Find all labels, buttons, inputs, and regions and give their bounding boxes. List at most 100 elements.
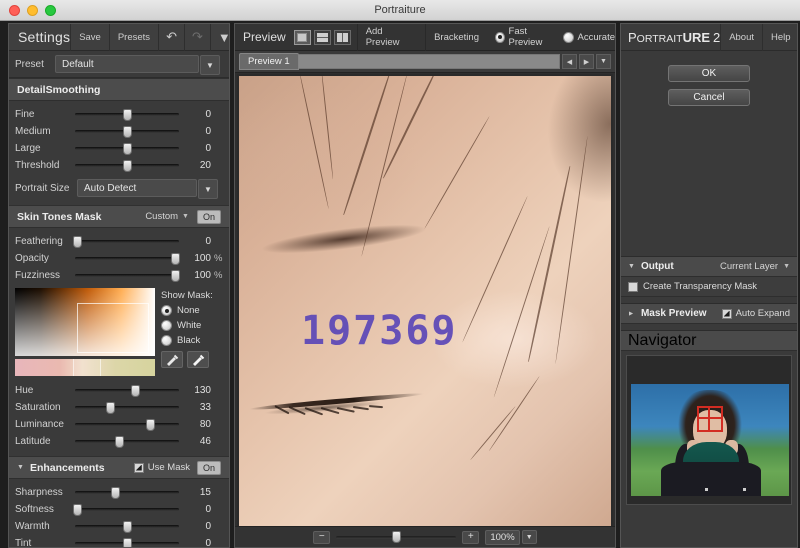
slider-row-feathering[interactable]: Feathering 0 bbox=[9, 233, 229, 250]
slider-knob[interactable] bbox=[145, 419, 155, 431]
group-header-skin-tones-mask[interactable]: Skin Tones Mask Custom ▼ On bbox=[9, 206, 229, 228]
triangle-down-icon[interactable]: ▼ bbox=[17, 464, 24, 471]
slider-track[interactable] bbox=[75, 487, 179, 499]
radio-icon[interactable] bbox=[161, 335, 172, 346]
skin-tones-mode-value[interactable]: Custom bbox=[145, 211, 178, 222]
navigator-handle[interactable] bbox=[743, 488, 746, 491]
mask-preview-header[interactable]: ▼ Mask Preview Auto Expand bbox=[621, 304, 797, 324]
radio-accurate[interactable]: Accurate bbox=[562, 31, 615, 43]
radio-show-mask-white[interactable]: White bbox=[161, 320, 223, 331]
bracketing-button[interactable]: Bracketing bbox=[425, 24, 487, 51]
navigator-crop-rect[interactable] bbox=[697, 406, 723, 432]
slider-track[interactable] bbox=[75, 436, 179, 448]
checkbox-icon[interactable] bbox=[133, 462, 144, 473]
slider-track[interactable] bbox=[75, 419, 179, 431]
slider-row-saturation[interactable]: Saturation 33 bbox=[9, 399, 229, 416]
undo-icon[interactable]: ↶ bbox=[158, 24, 184, 51]
zoom-menu-icon[interactable]: ▼ bbox=[521, 530, 537, 544]
single-view-icon[interactable] bbox=[293, 29, 311, 45]
slider-row-medium[interactable]: Medium 0 bbox=[9, 123, 229, 140]
color-gradient-field[interactable] bbox=[15, 288, 155, 356]
group-header-enhancements[interactable]: ▼ Enhancements Use Mask On bbox=[9, 457, 229, 479]
slider-knob[interactable] bbox=[170, 270, 180, 282]
zoom-slider-knob[interactable] bbox=[392, 530, 402, 543]
slider-row-fuzziness[interactable]: Fuzziness 100 % bbox=[9, 267, 229, 284]
zoom-level-value[interactable]: 100% bbox=[485, 529, 520, 545]
presets-button[interactable]: Presets bbox=[108, 24, 158, 51]
radio-icon[interactable] bbox=[161, 320, 172, 331]
next-preview-icon[interactable]: ▶ bbox=[579, 54, 594, 69]
preset-select[interactable]: Default ▼ bbox=[55, 55, 220, 75]
zoom-in-button[interactable]: + bbox=[462, 530, 480, 544]
slider-track[interactable] bbox=[73, 504, 179, 516]
horizontal-split-icon[interactable] bbox=[313, 29, 331, 45]
settings-menu-icon[interactable]: ▼ bbox=[209, 24, 229, 51]
slider-track[interactable] bbox=[75, 402, 179, 414]
slider-track[interactable] bbox=[75, 538, 179, 547]
chevron-down-icon[interactable]: ▼ bbox=[182, 213, 189, 220]
checkbox-icon[interactable] bbox=[628, 281, 638, 292]
use-mask-checkbox[interactable]: Use Mask bbox=[133, 462, 190, 473]
slider-track[interactable] bbox=[75, 270, 180, 282]
radio-show-mask-none[interactable]: None bbox=[161, 305, 223, 316]
slider-row-sharpness[interactable]: Sharpness 15 bbox=[9, 484, 229, 501]
help-button[interactable]: Help bbox=[762, 24, 797, 51]
slider-knob[interactable] bbox=[131, 385, 141, 397]
eyedropper-minus-icon[interactable] bbox=[187, 351, 209, 368]
prev-preview-icon[interactable]: ◀ bbox=[562, 54, 577, 69]
slider-knob[interactable] bbox=[114, 436, 124, 448]
slider-track[interactable] bbox=[75, 385, 179, 397]
slider-knob[interactable] bbox=[110, 487, 120, 499]
output-header[interactable]: ▼ Output Current Layer ▼ bbox=[621, 257, 797, 277]
ok-button[interactable]: OK bbox=[668, 65, 750, 82]
chevron-down-icon[interactable]: ▼ bbox=[200, 55, 220, 75]
slider-row-latitude[interactable]: Latitude 46 bbox=[9, 433, 229, 450]
slider-knob[interactable] bbox=[73, 236, 83, 248]
slider-track[interactable] bbox=[75, 160, 179, 172]
slider-knob[interactable] bbox=[170, 253, 180, 265]
radio-icon[interactable] bbox=[562, 31, 574, 43]
skin-tones-toggle[interactable]: On bbox=[196, 209, 221, 224]
enhancements-toggle[interactable]: On bbox=[196, 460, 221, 475]
slider-row-warmth[interactable]: Warmth 0 bbox=[9, 518, 229, 535]
slider-knob[interactable] bbox=[123, 126, 132, 138]
cancel-button[interactable]: Cancel bbox=[668, 89, 750, 106]
slider-row-threshold[interactable]: Threshold 20 bbox=[9, 157, 229, 174]
tab-preview-1[interactable]: Preview 1 bbox=[239, 53, 299, 70]
group-header-detail-smoothing[interactable]: DetailSmoothing bbox=[9, 79, 229, 101]
slider-knob[interactable] bbox=[123, 160, 132, 172]
slider-row-luminance[interactable]: Luminance 80 bbox=[9, 416, 229, 433]
slider-track[interactable] bbox=[75, 126, 179, 138]
slider-track[interactable] bbox=[75, 253, 180, 265]
chevron-down-icon[interactable]: ▼ bbox=[198, 179, 218, 199]
slider-knob[interactable] bbox=[123, 109, 132, 121]
slider-row-tint[interactable]: Tint 0 bbox=[9, 535, 229, 547]
slider-row-opacity[interactable]: Opacity 100 % bbox=[9, 250, 229, 267]
vertical-split-icon[interactable] bbox=[333, 29, 351, 45]
output-layer-value[interactable]: Current Layer bbox=[720, 261, 778, 272]
slider-row-large[interactable]: Large 0 bbox=[9, 140, 229, 157]
slider-track[interactable] bbox=[73, 236, 179, 248]
slider-knob[interactable] bbox=[106, 402, 116, 414]
radio-show-mask-black[interactable]: Black bbox=[161, 335, 223, 346]
about-button[interactable]: About bbox=[720, 24, 762, 51]
slider-knob[interactable] bbox=[123, 143, 132, 155]
slider-track[interactable] bbox=[75, 143, 179, 155]
navigator-handle[interactable] bbox=[705, 488, 708, 491]
create-transparency-mask-row[interactable]: Create Transparency Mask bbox=[621, 277, 797, 297]
slider-row-hue[interactable]: Hue 130 bbox=[9, 382, 229, 399]
preview-canvas[interactable]: 197369 POCO 摄影专题 http://photo.poco.cn/ bbox=[237, 74, 613, 532]
radio-icon[interactable] bbox=[494, 31, 505, 43]
chevron-down-icon[interactable]: ▼ bbox=[783, 263, 790, 270]
save-button[interactable]: Save bbox=[70, 24, 109, 51]
slider-row-fine[interactable]: Fine 0 bbox=[9, 106, 229, 123]
navigator-thumbnail[interactable] bbox=[626, 355, 792, 505]
zoom-slider-track[interactable] bbox=[336, 530, 457, 543]
slider-track[interactable] bbox=[75, 109, 179, 121]
triangle-down-icon[interactable]: ▼ bbox=[628, 263, 635, 270]
radio-icon[interactable] bbox=[161, 305, 172, 316]
redo-icon[interactable]: ↷ bbox=[183, 24, 210, 51]
add-preview-button[interactable]: Add Preview bbox=[356, 24, 419, 51]
triangle-right-icon[interactable]: ▼ bbox=[628, 310, 635, 317]
slider-row-softness[interactable]: Softness 0 bbox=[9, 501, 229, 518]
